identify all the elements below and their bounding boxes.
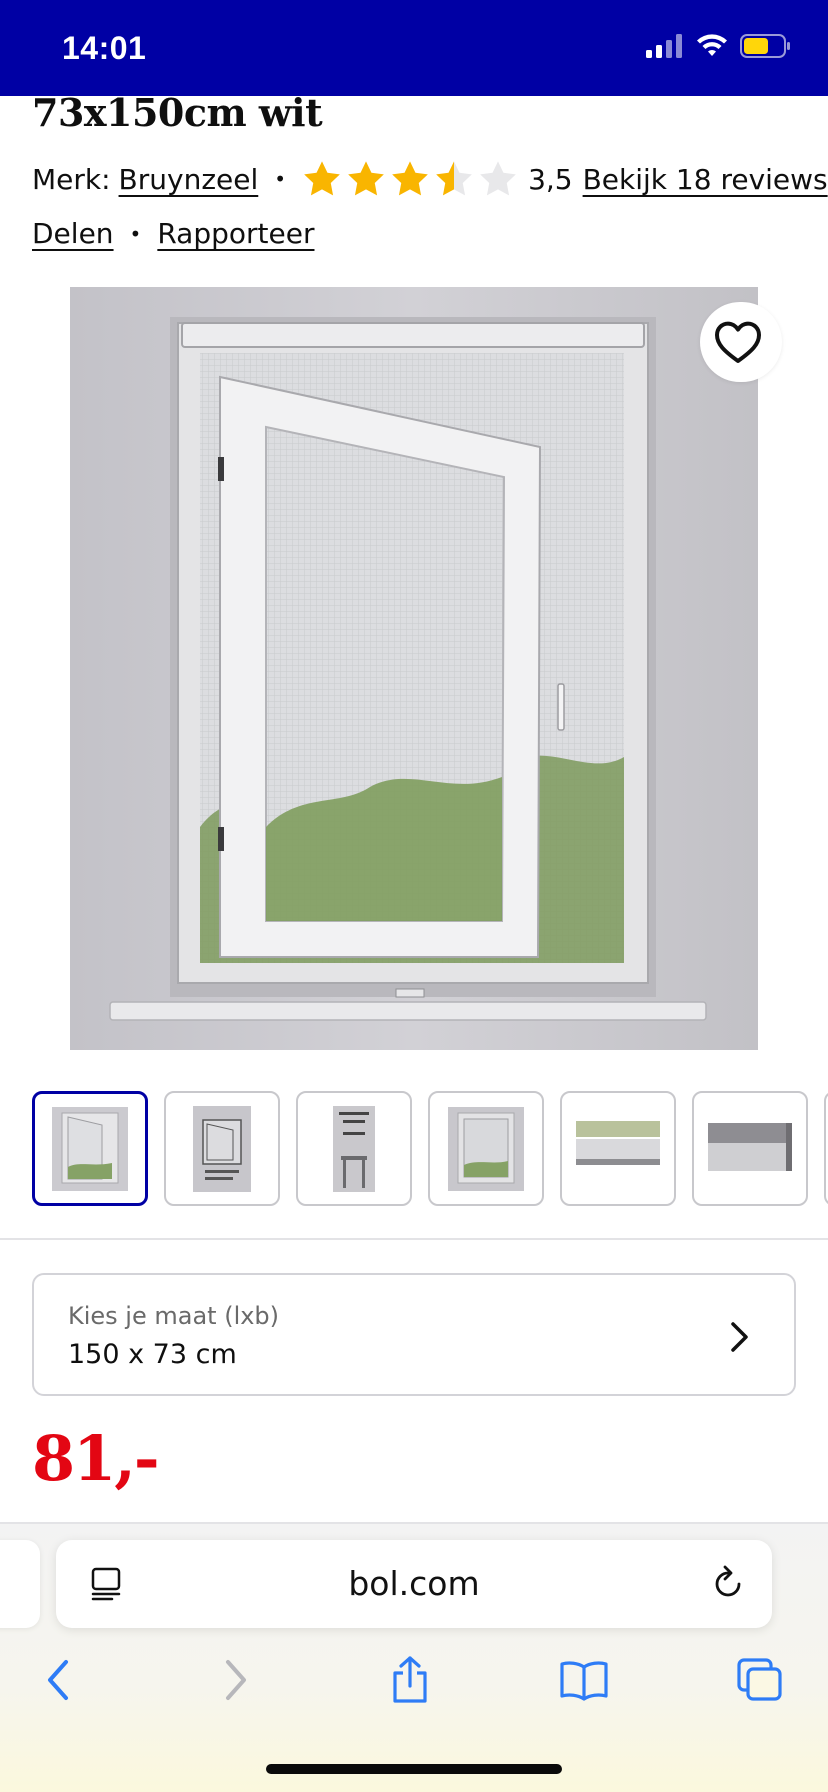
rating-stars [302,160,518,198]
report-link[interactable]: Rapporteer [157,217,314,250]
thumbnail-4[interactable] [428,1091,544,1206]
reviews-link[interactable]: Bekijk 18 reviews [583,163,828,196]
separator-dot: • [274,167,287,191]
thumbnail-image [333,1105,375,1192]
window-illustration [70,287,758,1050]
product-meta-line: Merk: Bruynzeel • 3,5 Bekijk 18 reviews … [32,160,828,198]
back-icon [48,1660,68,1700]
status-time: 14:01 [62,30,147,66]
star-icon [348,161,384,196]
tabs-icon [737,1658,782,1701]
bookmarks-icon [560,1661,608,1701]
forward-icon [226,1660,246,1700]
status-icons [646,34,792,58]
thumbnail-image [708,1120,792,1177]
product-price: 81,- [32,1422,160,1495]
cellular-signal-icon [646,34,682,58]
star-icon [304,161,340,196]
thumbnail-6[interactable] [692,1091,808,1206]
brand-label: Merk: [32,162,111,196]
product-main-image[interactable] [70,287,758,1050]
tabs-button[interactable] [730,1654,790,1706]
share-link[interactable]: Delen [32,217,114,250]
size-selector-label: Kies je maat (lxb) [68,1302,280,1330]
home-indicator [266,1764,562,1774]
thumbnail-strip[interactable] [32,1091,828,1207]
rating-value: 3,5 [528,162,573,196]
thumbnail-7-partial[interactable] [824,1091,828,1206]
thumbnail-3[interactable] [296,1091,412,1206]
previous-tab-preview[interactable] [0,1540,40,1628]
star-empty-icon [480,161,516,196]
address-bar[interactable]: bol.com [56,1540,772,1628]
size-selector-value: 150 x 73 cm [68,1339,237,1370]
forward-button[interactable] [206,1654,266,1706]
share-button[interactable] [380,1654,440,1706]
thumbnail-image [193,1105,251,1192]
thumbnail-image [52,1106,128,1191]
star-icon [392,161,428,196]
section-divider [0,1238,828,1240]
heart-icon [715,321,761,363]
brand-link[interactable]: Bruynzeel [119,163,259,196]
reload-icon[interactable] [710,1564,746,1602]
battery-icon [740,34,790,58]
favorite-button[interactable] [700,302,782,382]
bookmarks-button[interactable] [554,1654,614,1706]
star-half-icon [436,161,472,196]
back-button[interactable] [28,1654,88,1706]
address-bar-url: bol.com [348,1564,480,1603]
thumbnail-2[interactable] [164,1091,280,1206]
separator-dot: • [129,221,142,246]
size-selector[interactable]: Kies je maat (lxb) 150 x 73 cm [32,1273,796,1396]
wifi-icon [697,34,727,56]
thumbnail-1[interactable] [32,1091,148,1206]
product-title: 73x150cm wit [32,90,323,135]
thumbnail-5[interactable] [560,1091,676,1206]
thumbnail-image [576,1120,660,1177]
status-bar: 14:01 [0,0,828,96]
product-actions-line: Delen • Rapporteer [32,217,314,250]
thumbnail-image [448,1106,524,1191]
share-icon [393,1656,427,1703]
chevron-right-icon [731,1322,748,1352]
